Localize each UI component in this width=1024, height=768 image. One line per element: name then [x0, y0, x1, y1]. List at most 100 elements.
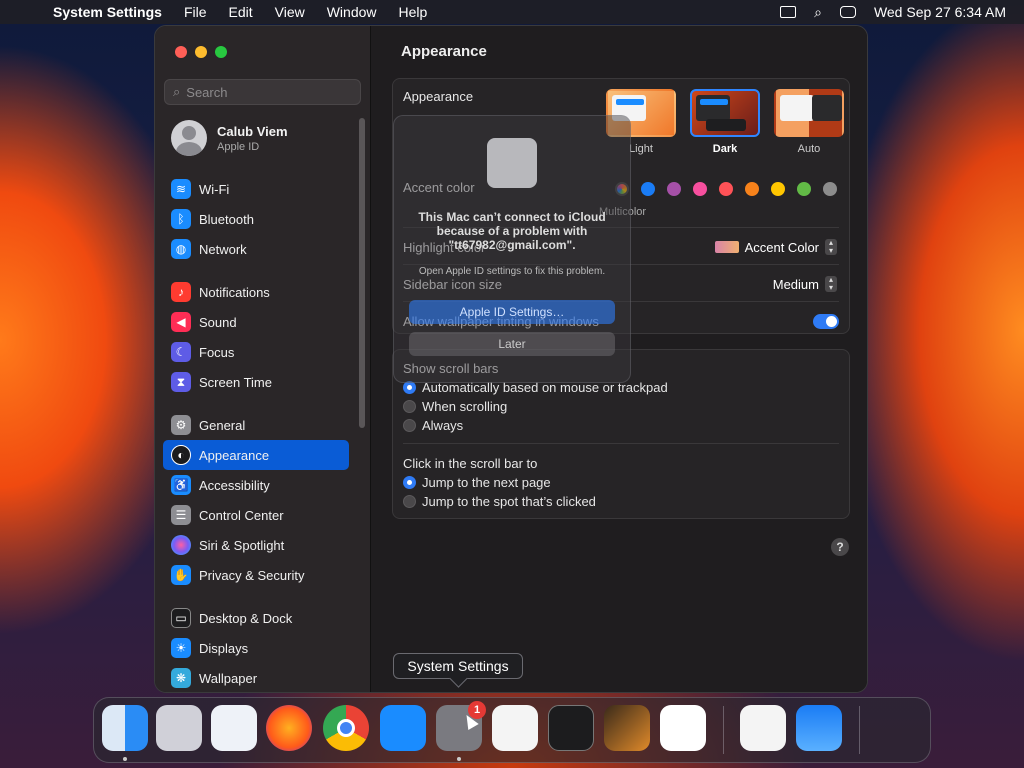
trash-icon[interactable] [877, 705, 923, 751]
sidebar-item-bluetooth[interactable]: ᛒ Bluetooth [163, 204, 349, 234]
finder-icon[interactable] [102, 705, 148, 751]
dock-separator [723, 706, 724, 754]
sidebar-item-displays[interactable]: ☀ Displays [163, 633, 349, 663]
sidebar-search[interactable]: ⌕ [164, 79, 361, 105]
sidebar-item-accessibility[interactable]: ♿ Accessibility [163, 470, 349, 500]
weather-icon[interactable] [796, 705, 842, 751]
sidebar-item-control-center[interactable]: ☰ Control Center [163, 500, 349, 530]
icloud-alert-dialog: This Mac can’t connect to iCloud because… [393, 115, 631, 383]
terminal-icon[interactable] [548, 705, 594, 751]
wallpaper-tinting-toggle[interactable] [813, 314, 839, 329]
chrome-icon[interactable] [323, 705, 369, 751]
radio-always[interactable]: Always [403, 418, 463, 433]
sidebar-item-screen-time[interactable]: ⧗ Screen Time [163, 367, 349, 397]
radio-jump-spot[interactable]: Jump to the spot that’s clicked [403, 494, 596, 509]
sidebar-scrollbar[interactable] [359, 118, 365, 428]
visual-studio-icon[interactable] [740, 705, 786, 751]
sidebar-item-siri-spotlight[interactable]: Siri & Spotlight [163, 530, 349, 560]
menu-edit[interactable]: Edit [229, 4, 253, 20]
accent-yellow-swatch[interactable] [771, 182, 785, 196]
appearance-option-dark[interactable]: Dark [689, 89, 761, 155]
menu-help[interactable]: Help [399, 4, 428, 20]
sidebar-item-general[interactable]: ⚙ General [163, 410, 349, 440]
sidebar-item-wifi[interactable]: ≋ Wi-Fi [163, 174, 349, 204]
menu-clock[interactable]: Wed Sep 27 6:34 AM [874, 4, 1006, 20]
launchpad-icon[interactable] [156, 705, 202, 751]
radio-when-scrolling[interactable]: When scrolling [403, 399, 507, 414]
sidebar-item-label: Focus [199, 344, 235, 360]
accent-purple-swatch[interactable] [667, 182, 681, 196]
menu-app-name[interactable]: System Settings [53, 4, 162, 20]
radio-button[interactable] [403, 400, 416, 413]
apple-id-account[interactable]: Calub Viem Apple ID [171, 120, 288, 156]
chevron-updown-icon: ▴ ▾ [825, 239, 837, 255]
zoom-button[interactable] [215, 46, 227, 58]
app-store-icon[interactable] [380, 705, 426, 751]
close-button[interactable] [175, 46, 187, 58]
appearance-options: Light Dark Auto [605, 89, 845, 155]
radio-label: Always [422, 418, 464, 433]
sidebar-item-label: Displays [199, 640, 249, 656]
vscode-icon[interactable] [660, 705, 706, 751]
accent-red-swatch[interactable] [719, 182, 733, 196]
search-icon: ⌕ [173, 84, 181, 99]
apple-id-settings-button[interactable]: Apple ID Settings… [409, 300, 615, 324]
dock-icon: ▭ [171, 608, 191, 628]
page-title: Appearance [401, 43, 487, 60]
sidebar-item-desktop-dock[interactable]: ▭ Desktop & Dock [163, 603, 349, 633]
menu-window[interactable]: Window [327, 4, 377, 20]
account-subtitle: Apple ID [217, 140, 260, 153]
screen-mirroring-icon[interactable] [780, 6, 797, 18]
sidebar-item-sound[interactable]: ◀ Sound [163, 307, 349, 337]
sidebar-item-network[interactable]: ◍ Network [163, 234, 349, 264]
sidebar-item-label: Wallpaper [199, 670, 258, 686]
sidebar-item-focus[interactable]: ☾ Focus [163, 337, 349, 367]
radio-button[interactable] [403, 495, 416, 508]
sidebar-item-wallpaper[interactable]: ❋ Wallpaper [163, 663, 349, 692]
dock: 1 [93, 697, 931, 763]
sidebar-item-label: General [199, 417, 246, 433]
minimize-button[interactable] [195, 46, 207, 58]
dock-separator [859, 706, 860, 754]
control-center-icon[interactable] [839, 6, 856, 18]
search-input[interactable] [186, 84, 347, 100]
sidebar-item-appearance[interactable]: ◐ Appearance [163, 440, 349, 470]
help-button[interactable]: ? [831, 538, 849, 556]
textedit-icon[interactable] [492, 705, 538, 751]
safari-icon[interactable] [211, 705, 257, 751]
radio-button[interactable] [403, 419, 416, 432]
radio-jump-next-page[interactable]: Jump to the next page [403, 475, 551, 490]
sidebar-icon-size-select[interactable]: Medium ▴ ▾ [773, 276, 837, 292]
accent-pink-swatch[interactable] [693, 182, 707, 196]
spotlight-search-icon[interactable]: ⌕ [814, 4, 822, 21]
radio-label: When scrolling [422, 399, 508, 414]
menu-view[interactable]: View [275, 4, 305, 20]
highlight-swatch [714, 241, 739, 253]
later-button[interactable]: Later [409, 332, 615, 356]
garageband-icon[interactable] [604, 705, 650, 751]
hand-icon: ✋ [171, 565, 191, 585]
sidebar-item-privacy-security[interactable]: ✋ Privacy & Security [163, 560, 349, 590]
accessibility-icon: ♿ [171, 475, 191, 495]
accent-blue-swatch[interactable] [641, 182, 655, 196]
accent-green-swatch[interactable] [797, 182, 811, 196]
system-settings-icon[interactable]: 1 [436, 701, 486, 751]
control-center-icon: ☰ [171, 505, 191, 525]
globe-icon: ◍ [171, 239, 191, 259]
radio-button[interactable] [403, 476, 416, 489]
highlight-color-select[interactable]: Accent Color ▴ ▾ [714, 239, 837, 255]
radio-label: Jump to the next page [422, 475, 551, 490]
sidebar-item-label: Accessibility [199, 477, 270, 493]
account-name: Calub Viem [217, 123, 288, 139]
sidebar-item-notifications[interactable]: ♪ Notifications [163, 277, 349, 307]
appearance-label: Appearance [403, 89, 474, 104]
wifi-icon: ≋ [171, 179, 191, 199]
menu-bar: System Settings File Edit View Window He… [0, 0, 1024, 24]
firefox-icon[interactable] [266, 705, 312, 751]
sidebar-item-label: Siri & Spotlight [199, 537, 285, 553]
bluetooth-icon: ᛒ [171, 209, 191, 229]
accent-orange-swatch[interactable] [745, 182, 759, 196]
appearance-option-auto[interactable]: Auto [773, 89, 845, 155]
menu-file[interactable]: File [184, 4, 207, 20]
accent-graphite-swatch[interactable] [823, 182, 837, 196]
